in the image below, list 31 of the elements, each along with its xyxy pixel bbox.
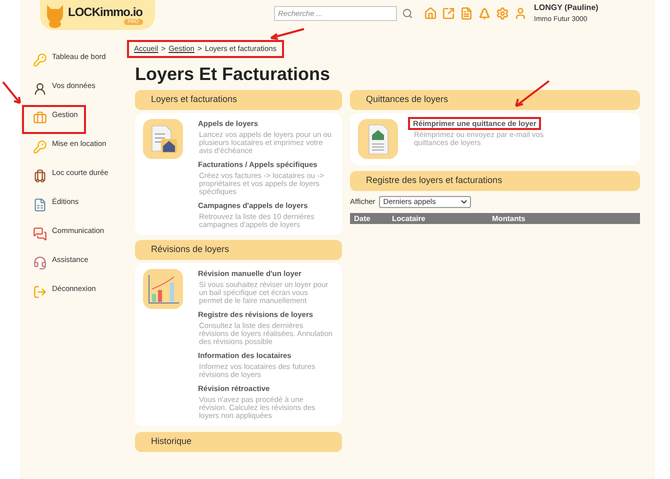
chat-icon bbox=[33, 227, 47, 241]
user-icon[interactable] bbox=[514, 7, 527, 20]
section-header: Quittances de loyers bbox=[350, 90, 640, 110]
invoice-house-icon bbox=[143, 119, 183, 159]
headset-icon bbox=[33, 256, 47, 270]
user-name: LONGY (Pauline) bbox=[534, 2, 598, 14]
external-link-icon[interactable] bbox=[442, 7, 455, 20]
key-icon bbox=[33, 140, 47, 154]
cat-mascot-icon bbox=[44, 2, 66, 28]
bar-chart-icon bbox=[143, 269, 183, 309]
tree-icon[interactable] bbox=[478, 7, 491, 20]
annotation-arrow bbox=[514, 80, 550, 108]
settings-icon[interactable] bbox=[496, 7, 509, 20]
receipt-house-icon bbox=[358, 119, 398, 159]
annotation-arrow bbox=[2, 81, 22, 105]
briefcase-icon bbox=[33, 111, 47, 125]
section-header: Révisions de loyers bbox=[135, 240, 342, 260]
section-header: Historique bbox=[135, 432, 342, 452]
key-icon bbox=[33, 53, 47, 67]
section-header: Registre des loyers et facturations bbox=[350, 171, 640, 191]
document-icon bbox=[33, 198, 47, 212]
section-header: Loyers et facturations bbox=[135, 90, 342, 110]
document-icon[interactable] bbox=[460, 7, 473, 20]
chevron-down-icon bbox=[461, 200, 468, 204]
suitcase-icon bbox=[33, 169, 47, 183]
search-icon bbox=[402, 8, 413, 19]
logo-text: LOCKimmo.io bbox=[68, 5, 142, 19]
page-title: Loyers Et Facturations bbox=[135, 63, 332, 85]
home-icon[interactable] bbox=[424, 7, 437, 20]
person-icon bbox=[33, 82, 47, 96]
logout-icon bbox=[33, 285, 47, 299]
